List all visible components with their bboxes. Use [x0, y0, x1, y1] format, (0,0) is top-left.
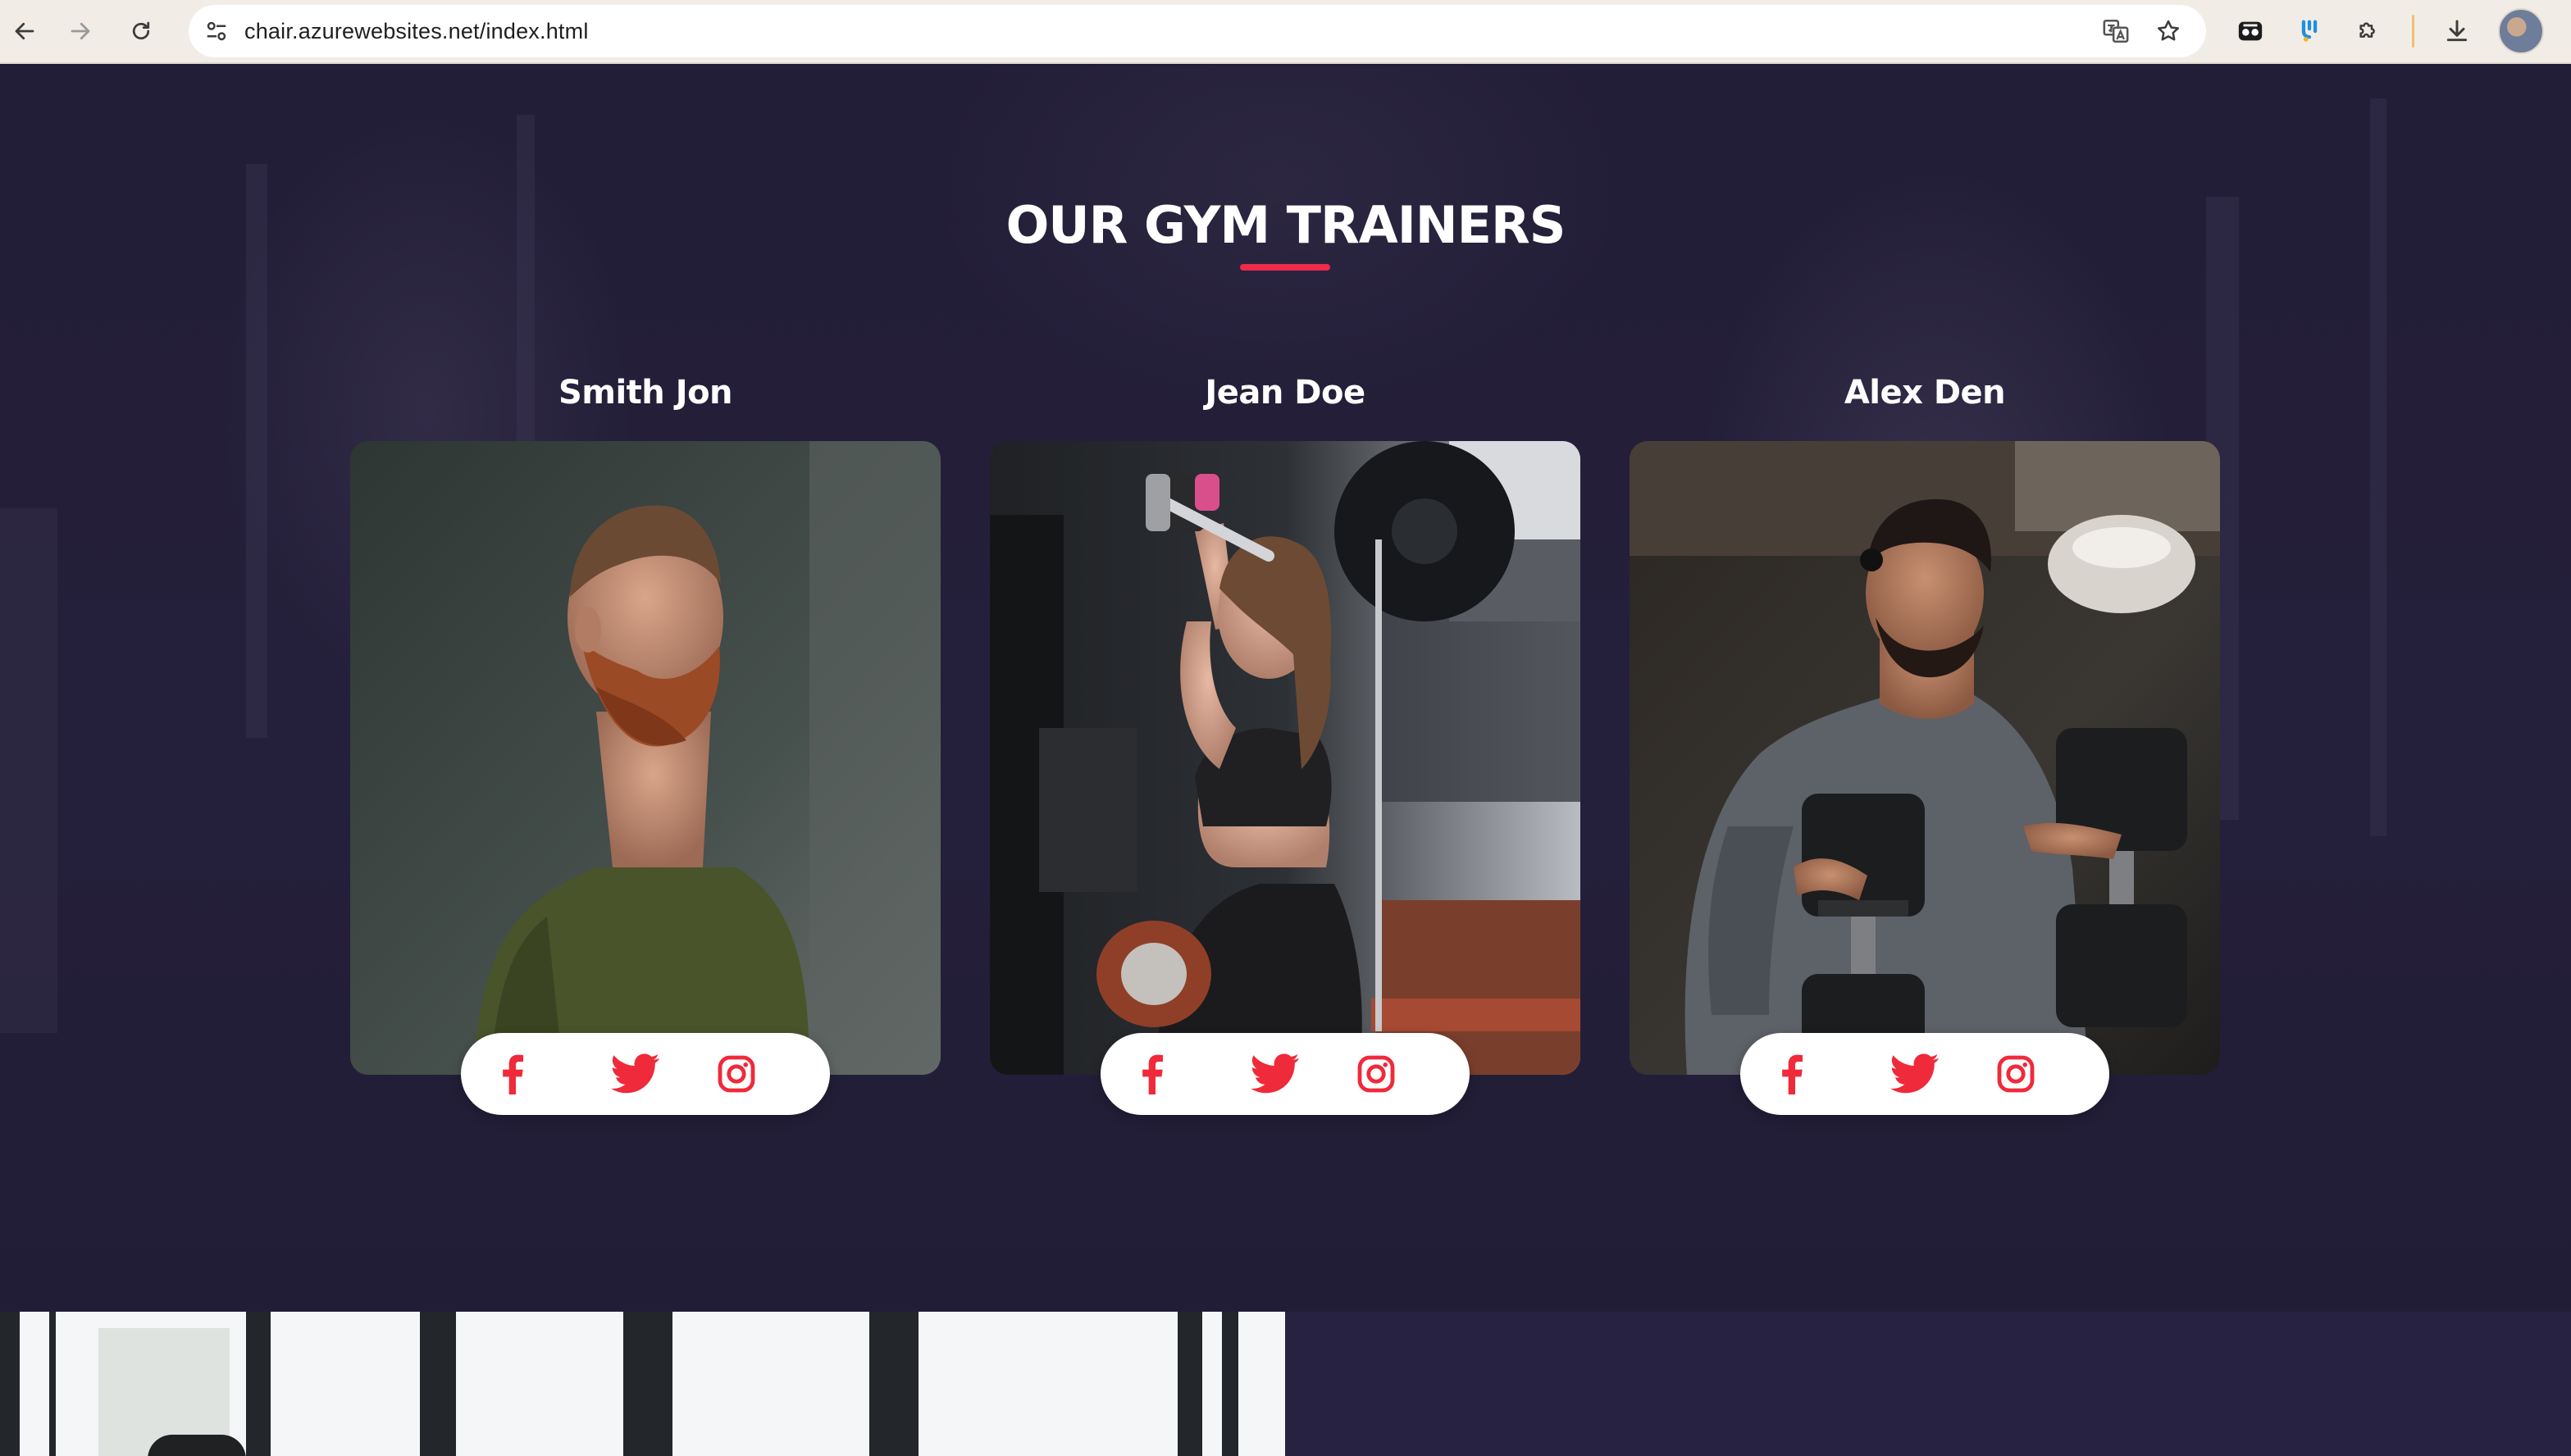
twitter-link[interactable] [611, 1051, 660, 1097]
url-text[interactable]: chair.azurewebsites.net/index.html [244, 5, 589, 57]
background-decoration [0, 508, 57, 1033]
facebook-icon [503, 1054, 523, 1094]
twitter-icon [611, 1053, 659, 1094]
twitter-link[interactable] [1251, 1051, 1300, 1097]
water-extension-icon [2301, 20, 2318, 42]
trainer-name: Smith Jon [558, 374, 733, 412]
site-info-button[interactable] [194, 8, 239, 54]
window-frame [1222, 1312, 1238, 1456]
trainer-photo-illustration [990, 441, 1580, 1075]
window-frame [420, 1312, 456, 1456]
trainer-photo-illustration [350, 441, 941, 1075]
forward-button[interactable] [57, 8, 103, 54]
window-frame [869, 1312, 919, 1456]
twitter-icon [1890, 1053, 1939, 1094]
extension-button[interactable] [2286, 8, 2332, 54]
about-section-panel [1285, 1312, 2571, 1456]
twitter-link[interactable] [1890, 1051, 1940, 1097]
arrow-left-icon [15, 22, 34, 40]
window-frame [246, 1312, 271, 1456]
puzzle-icon [2359, 22, 2375, 38]
instagram-icon [1997, 1055, 2035, 1093]
trainer-photo [990, 441, 1580, 1075]
translate-icon [2103, 19, 2129, 43]
window-frame [49, 1312, 56, 1456]
toolbar-separator [2412, 15, 2414, 48]
reload-button[interactable] [118, 8, 164, 54]
bookmark-button[interactable] [2145, 8, 2191, 54]
download-icon [2446, 20, 2468, 42]
instagram-link[interactable] [712, 1051, 761, 1097]
trainers-section: OUR GYM TRAINERS Smith Jon Jean Doe Alex… [0, 66, 2571, 1312]
trainer-photo [350, 441, 941, 1075]
window-frame [1178, 1312, 1202, 1456]
facebook-icon [1142, 1054, 1163, 1094]
window-frame [623, 1312, 672, 1456]
address-bar[interactable]: chair.azurewebsites.net/index.html [189, 5, 2206, 57]
extensions-menu-button[interactable] [2345, 8, 2391, 54]
trainer-name: Alex Den [1844, 374, 2006, 412]
instagram-icon [1357, 1055, 1395, 1093]
facebook-link[interactable] [487, 1051, 536, 1097]
twitter-icon [1251, 1053, 1299, 1094]
instagram-link[interactable] [1991, 1051, 2040, 1097]
instagram-link[interactable] [1352, 1051, 1401, 1097]
instagram-icon [718, 1055, 755, 1093]
trainer-photo-illustration [1630, 441, 2220, 1075]
social-links [1101, 1033, 1470, 1115]
incognito-extension-icon [2238, 21, 2263, 41]
tune-icon [207, 21, 226, 41]
facebook-link[interactable] [1127, 1051, 1176, 1097]
browser-toolbar: chair.azurewebsites.net/index.html [0, 0, 2571, 64]
downloads-button[interactable] [2434, 8, 2480, 54]
section-title: OUR GYM TRAINERS [1005, 195, 1566, 255]
title-underline [1240, 264, 1330, 271]
profile-avatar[interactable] [2498, 8, 2544, 54]
arrow-right-icon [71, 22, 90, 40]
extension-button[interactable] [2227, 8, 2273, 54]
reload-icon [132, 21, 150, 40]
trainer-name: Jean Doe [1205, 374, 1365, 412]
facebook-link[interactable] [1766, 1051, 1816, 1097]
social-links [1740, 1033, 2109, 1115]
person-silhouette [148, 1435, 246, 1456]
trainer-photo [1630, 441, 2220, 1075]
facebook-icon [1782, 1054, 1803, 1094]
window-frame [0, 1312, 20, 1456]
back-button[interactable] [2, 8, 48, 54]
about-section-image [0, 1312, 1285, 1456]
translate-button[interactable] [2093, 8, 2139, 54]
star-icon [2158, 20, 2179, 41]
social-links [461, 1033, 830, 1115]
